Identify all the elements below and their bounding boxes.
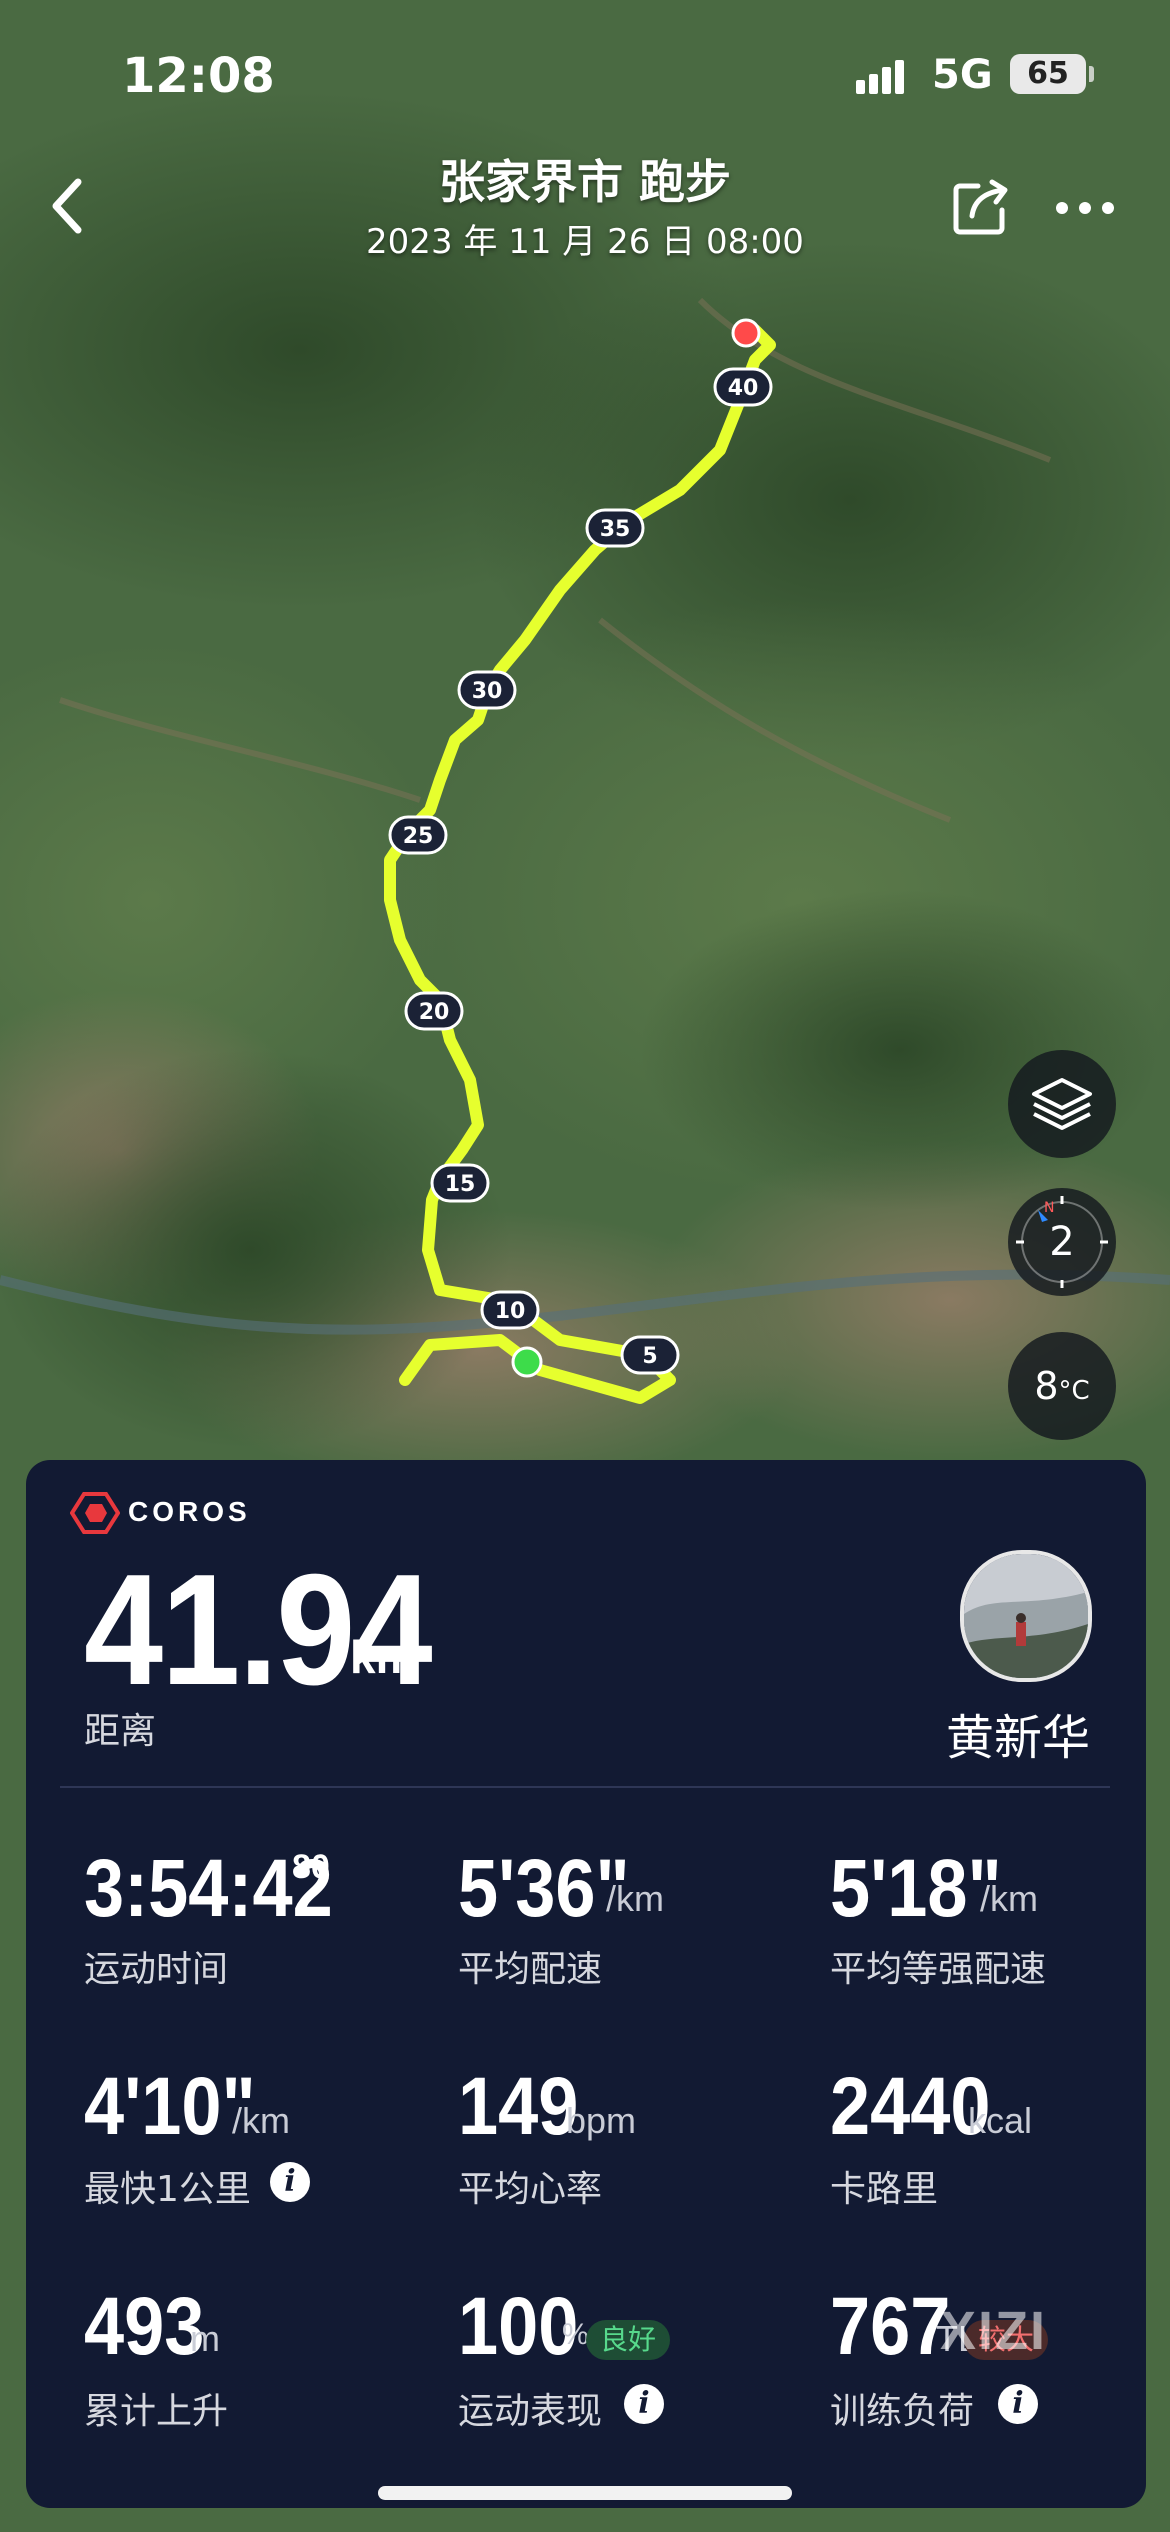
info-icon[interactable]: i [998,2384,1038,2424]
gap-label: 平均等强配速 [830,1949,1047,1990]
share-button[interactable] [948,176,1012,240]
km-marker-35: 35 [585,508,645,548]
layers-icon [1032,1078,1092,1130]
duration-label: 运动时间 [84,1949,229,1990]
brand-name: COROS [128,1496,251,1527]
svg-text:15: 15 [445,1172,476,1197]
ascent-unit: m [190,2318,220,2359]
distance-unit: km [350,1631,417,1683]
more-button[interactable] [1050,180,1120,236]
fastest-km-value: 4'10" [84,2061,256,2152]
svg-text:5: 5 [642,1344,657,1369]
calories-value: 2440 [830,2061,991,2152]
avg-pace-value: 5'36" [458,1843,630,1934]
avg-hr-value: 149 [458,2061,579,2152]
info-icon[interactable]: i [624,2384,664,2424]
avg-hr-label: 平均心率 [458,2169,603,2210]
user-name: 黄新华 [945,1710,1090,1766]
calories-label: 卡路里 [830,2169,939,2210]
gap-unit: /km [980,1878,1038,1919]
performance-unit: % [562,2318,589,2351]
duration-hundredths: 80 [292,1848,330,1886]
svg-text:20: 20 [419,1000,450,1025]
training-load-value: 767 [830,2281,951,2372]
svg-text:30: 30 [472,679,503,704]
start-marker [511,1346,543,1378]
performance-badge: 良好 [586,2320,671,2360]
svg-text:35: 35 [600,517,631,542]
map-layers-button[interactable] [1008,1050,1116,1158]
watermark: XIZI [940,2301,1048,2361]
divider [60,1786,1110,1788]
distance-label: 距离 [84,1711,157,1752]
share-icon [953,179,1008,235]
performance-label: 运动表现 [458,2391,603,2432]
svg-text:10: 10 [495,1299,526,1324]
avatar[interactable] [960,1550,1092,1682]
km-marker-5: 5 [620,1335,680,1375]
training-load-label: 训练负荷 [830,2391,975,2432]
avg-pace-unit: /km [606,1878,664,1919]
km-marker-20: 20 [404,991,464,1031]
coros-logo [69,1492,121,1534]
temperature: 8°C [1034,1364,1090,1408]
home-indicator[interactable] [378,2486,792,2500]
km-marker-10: 10 [480,1290,540,1330]
battery-icon: 65 [1010,54,1086,94]
km-marker-40: 40 [713,367,773,407]
km-marker-25: 25 [388,815,448,855]
ascent-label: 累计上升 [84,2391,229,2432]
fastest-km-unit: /km [232,2100,290,2141]
km-marker-15: 15 [430,1163,490,1203]
km-marker-30: 30 [457,670,517,710]
svg-text:40: 40 [728,376,759,401]
fastest-km-label: 最快1公里 [84,2169,251,2210]
network-label: 5G [932,52,993,98]
battery-tip [1089,66,1094,82]
avg-hr-unit: bpm [566,2100,637,2141]
avg-pace-label: 平均配速 [458,1949,603,1990]
compass-value: 2 [1049,1219,1075,1265]
svg-text:25: 25 [403,824,434,849]
gap-value: 5'18" [830,1843,1002,1934]
end-marker [731,318,761,348]
performance-value: 100 [458,2281,579,2372]
ascent-value: 493 [84,2281,205,2372]
more-dots-icon [1056,202,1114,214]
status-time: 12:08 [122,48,275,104]
calories-unit: kcal [968,2100,1033,2141]
info-icon[interactable]: i [270,2162,310,2202]
